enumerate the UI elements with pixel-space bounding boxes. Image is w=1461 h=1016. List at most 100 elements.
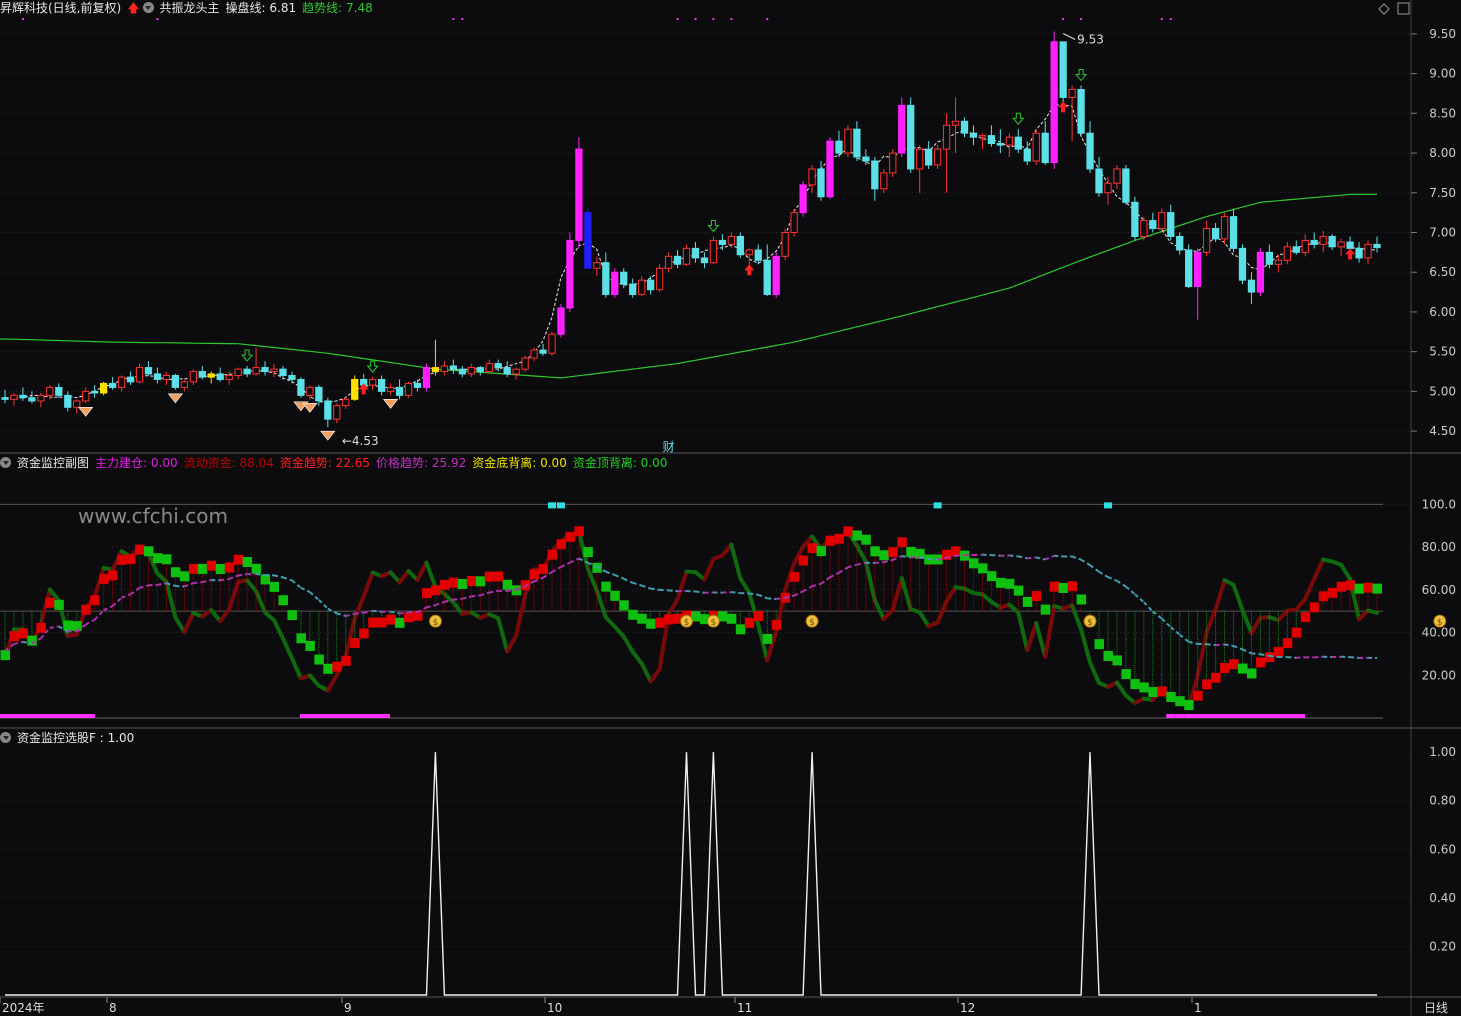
- candle-body: [55, 386, 63, 396]
- fund-block: [1273, 646, 1284, 657]
- price-trend-segment: [991, 554, 1001, 557]
- candle: [682, 244, 691, 266]
- price-trend-segment: [1314, 655, 1324, 659]
- fund-block: [1211, 672, 1221, 683]
- fund-block: [1363, 582, 1374, 593]
- flow-segment: [1240, 608, 1254, 635]
- price-trend-segment: [767, 597, 777, 601]
- candle-body: [1364, 243, 1372, 259]
- candle-body: [1337, 241, 1345, 248]
- fund-block: [601, 581, 611, 592]
- price-trend-segment: [1143, 601, 1154, 613]
- fund-block: [986, 571, 997, 582]
- fund-monitor-panel[interactable]: $ $ $ $ $ $: [0, 502, 1447, 719]
- candle-body: [817, 168, 825, 198]
- fund-block: [637, 613, 647, 624]
- fund-block: [99, 573, 109, 584]
- x-tick-label: 8: [109, 1001, 117, 1015]
- price-trend-segment: [1134, 593, 1145, 603]
- price-trend-segment: [1287, 656, 1297, 659]
- candle-body: [91, 390, 99, 394]
- fund-block: [879, 550, 889, 561]
- fund-block: [1193, 690, 1203, 701]
- y-tick-label: 7.50: [1429, 186, 1456, 200]
- price-trend-segment: [103, 605, 114, 612]
- x-tick-label: 2024年: [2, 1001, 45, 1015]
- candle-body: [252, 367, 260, 375]
- fund-block: [188, 563, 199, 574]
- candle: [1122, 164, 1130, 205]
- price-trend-segment: [614, 574, 625, 580]
- candle-body: [942, 124, 951, 150]
- price-trend-segment: [354, 611, 364, 615]
- candle: [1140, 216, 1148, 241]
- main-price-panel[interactable]: 9.53 ←4.53 财: [0, 18, 1381, 454]
- candle: [144, 361, 153, 376]
- fund-block: [368, 617, 378, 628]
- flow-segment: [1231, 582, 1245, 613]
- candle-body: [530, 349, 538, 359]
- flow-segment: [872, 598, 886, 622]
- fund-block: [852, 530, 862, 541]
- candle-body: [709, 239, 718, 264]
- candle: [629, 278, 637, 298]
- flow-segment: [1034, 621, 1048, 659]
- candle-body: [46, 386, 54, 396]
- accumulate-bar: [0, 714, 95, 718]
- candle-body: [1050, 41, 1058, 164]
- fund-block: [1354, 583, 1365, 594]
- candle-body: [1032, 132, 1040, 162]
- candle-body: [566, 239, 574, 309]
- fund-block: [206, 560, 217, 571]
- fund-block: [395, 617, 405, 628]
- flow-segment: [854, 543, 868, 564]
- signal-dot: [766, 18, 769, 20]
- candle-body: [503, 367, 511, 375]
- candle-body: [727, 235, 735, 245]
- selection-panel[interactable]: [5, 752, 1377, 996]
- flow-segment: [899, 576, 913, 612]
- candle-body: [898, 104, 906, 154]
- candle-body: [1202, 228, 1211, 253]
- candle: [377, 375, 386, 396]
- candle-body: [629, 283, 637, 295]
- candle: [557, 304, 565, 338]
- candle: [898, 97, 906, 158]
- flow-segment: [729, 542, 743, 581]
- candle-body: [1077, 89, 1085, 134]
- flow-segment: [917, 610, 931, 629]
- candle-body: [933, 148, 942, 166]
- price-trend-segment: [273, 574, 284, 579]
- price-trend-segment: [435, 600, 445, 607]
- price-trend-segment: [1044, 554, 1055, 561]
- candle: [1032, 129, 1040, 165]
- candle-body: [485, 363, 493, 373]
- candle-body: [673, 255, 682, 265]
- candle: [207, 371, 215, 384]
- candle-body: [395, 386, 404, 396]
- flow-segment: [1016, 610, 1030, 653]
- flow-segment: [621, 634, 635, 654]
- money-bag-icon-glyph: $: [433, 618, 439, 628]
- candle: [342, 395, 350, 409]
- accumulate-bar: [1166, 714, 1176, 718]
- candle: [252, 347, 260, 376]
- candle: [1086, 121, 1094, 173]
- flow-segment: [1204, 607, 1218, 635]
- price-trend-segment: [1009, 554, 1019, 558]
- candle-body: [736, 235, 744, 256]
- candle-body: [781, 232, 789, 257]
- fund-block: [735, 624, 746, 635]
- candle-body: [377, 378, 386, 392]
- candle: [135, 363, 144, 384]
- candle: [431, 339, 440, 376]
- candle-body: [135, 367, 144, 383]
- stock-chart[interactable]: 9.53←4.53 财 $ $ $ $ $ $ 9.509.008.508.007.507.…: [0, 0, 1461, 1016]
- candle-body: [100, 382, 108, 394]
- price-trend-segment: [129, 587, 141, 596]
- period-button[interactable]: 日线: [1424, 1001, 1448, 1015]
- fund-block: [197, 563, 208, 574]
- fund-block: [1139, 682, 1149, 693]
- fund-block: [1345, 580, 1356, 591]
- candle: [180, 379, 188, 392]
